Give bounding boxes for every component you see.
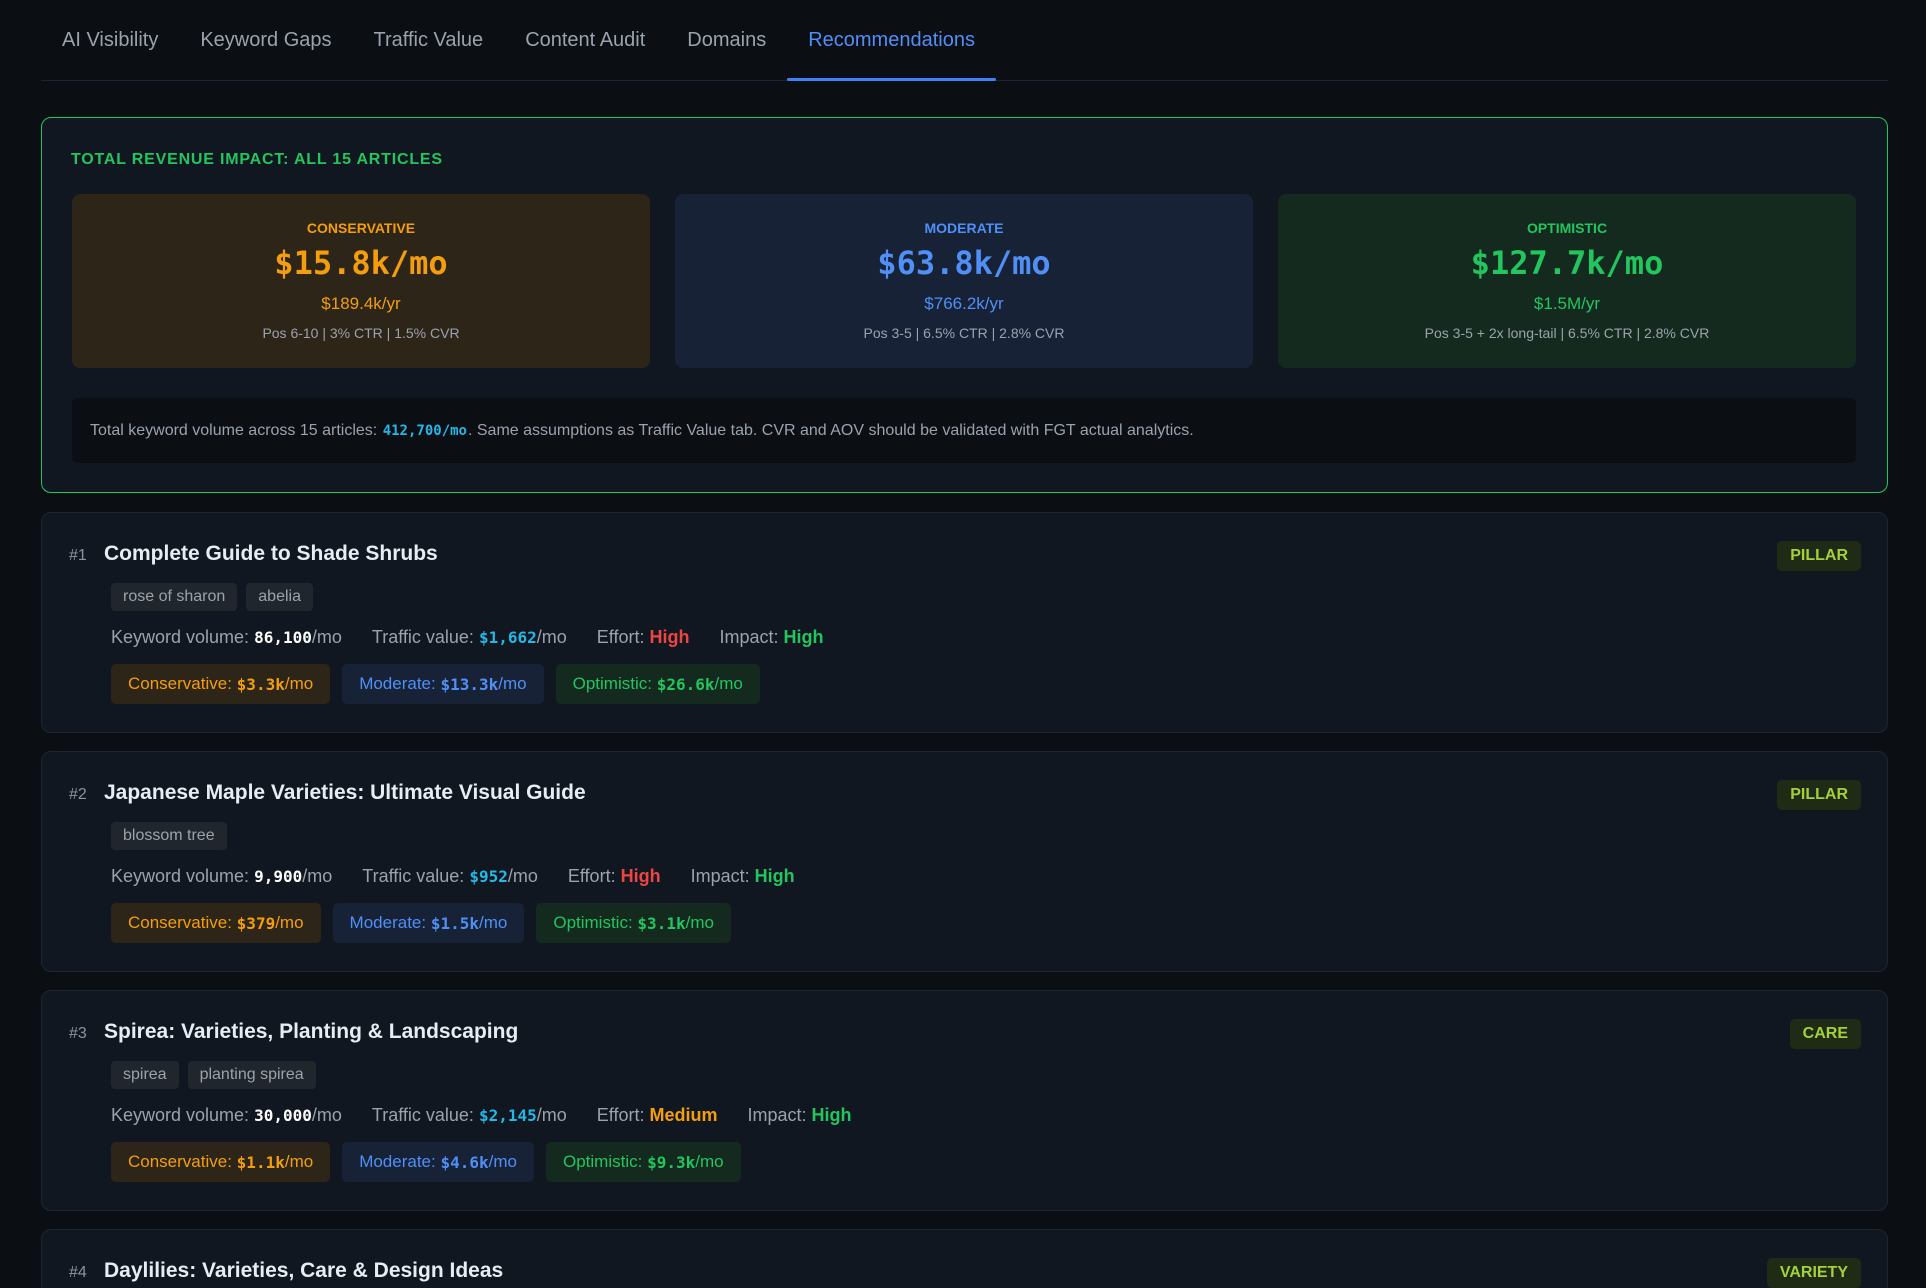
note-suffix: . Same assumptions as Traffic Value tab.… <box>467 421 1194 439</box>
optimistic-pill: Optimistic: $3.1k/mo <box>536 903 731 943</box>
scenario-assumptions: Pos 3-5 | 6.5% CTR | 2.8% CVR <box>863 325 1065 341</box>
revenue-pills: Conservative: $379/mo Moderate: $1.5k/mo… <box>111 903 731 943</box>
note-prefix: Total keyword volume across 15 articles: <box>90 421 378 439</box>
conservative-pill: Conservative: $3.3k/mo <box>111 664 331 704</box>
keyword-tag: spirea <box>111 1061 179 1089</box>
revenue-pills: Conservative: $1.1k/mo Moderate: $4.6k/m… <box>111 1142 741 1182</box>
scenario-label: CONSERVATIVE <box>306 220 416 236</box>
conservative-pill: Conservative: $379/mo <box>111 903 321 943</box>
article-rank: #2 <box>69 786 87 803</box>
tab-traffic-value[interactable]: Traffic Value <box>353 0 505 80</box>
category-badge: VARIETY <box>1766 1258 1861 1288</box>
article-metrics: Keyword volume: 9,900/mo Traffic value: … <box>111 866 795 887</box>
conservative-scenario-card: CONSERVATIVE $15.8k/mo $189.4k/yr Pos 6-… <box>72 194 650 368</box>
scenario-monthly-value: $127.7k/mo <box>1470 244 1664 282</box>
article-metrics: Keyword volume: 86,100/mo Traffic value:… <box>111 627 824 648</box>
scenario-assumptions: Pos 6-10 | 3% CTR | 1.5% CVR <box>262 325 460 341</box>
category-badge: PILLAR <box>1777 541 1861 571</box>
keyword-tag: rose of sharon <box>111 583 238 611</box>
traffic-value-metric: Traffic value: $1,662/mo <box>371 627 567 647</box>
scenario-assumptions: Pos 3-5 + 2x long-tail | 6.5% CTR | 2.8%… <box>1424 325 1710 341</box>
optimistic-pill: Optimistic: $9.3k/mo <box>545 1142 741 1182</box>
effort-metric: Effort: High <box>567 866 661 886</box>
article-title: Spirea: Varieties, Planting & Landscapin… <box>104 1020 519 1043</box>
article-rank: #4 <box>69 1264 87 1281</box>
scenario-label: OPTIMISTIC <box>1526 220 1608 236</box>
category-badge: CARE <box>1789 1019 1861 1049</box>
effort-metric: Effort: High <box>596 627 690 647</box>
impact-metric: Impact: High <box>690 866 795 886</box>
article-card[interactable]: #2 Japanese Maple Varieties: Ultimate Vi… <box>41 751 1888 972</box>
revenue-impact-panel: TOTAL REVENUE IMPACT: ALL 15 ARTICLES CO… <box>41 117 1888 493</box>
article-rank: #1 <box>69 547 87 564</box>
total-volume-value: 412,700/mo <box>382 422 467 439</box>
traffic-value-metric: Traffic value: $952/mo <box>362 866 538 886</box>
revenue-impact-title: TOTAL REVENUE IMPACT: ALL 15 ARTICLES <box>71 151 443 168</box>
scenario-yearly-value: $766.2k/yr <box>924 294 1004 313</box>
tab-keyword-gaps[interactable]: Keyword Gaps <box>179 0 352 80</box>
tab-content-audit[interactable]: Content Audit <box>504 0 666 80</box>
scenario-monthly-value: $63.8k/mo <box>877 244 1051 282</box>
keyword-tag: planting spirea <box>187 1061 316 1089</box>
article-rank: #3 <box>69 1025 87 1042</box>
moderate-pill: Moderate: $1.5k/mo <box>332 903 525 943</box>
moderate-pill: Moderate: $4.6k/mo <box>342 1142 534 1182</box>
article-title: Daylilies: Varieties, Care & Design Idea… <box>104 1259 504 1282</box>
keyword-volume-metric: Keyword volume: 9,900/mo <box>111 866 333 886</box>
article-metrics: Keyword volume: 30,000/mo Traffic value:… <box>111 1105 852 1126</box>
conservative-pill: Conservative: $1.1k/mo <box>111 1142 331 1182</box>
keyword-tags: blossom tree <box>111 822 227 850</box>
keyword-volume-metric: Keyword volume: 30,000/mo <box>111 1105 342 1125</box>
article-title: Complete Guide to Shade Shrubs <box>104 542 438 565</box>
revenue-pills: Conservative: $3.3k/mo Moderate: $13.3k /… <box>111 664 760 704</box>
impact-metric: Impact: High <box>747 1105 852 1125</box>
tab-bar: AI Visibility Keyword Gaps Traffic Value… <box>41 0 1888 81</box>
effort-metric: Effort: Medium <box>596 1105 718 1125</box>
keyword-volume-metric: Keyword volume: 86,100/mo <box>111 627 342 647</box>
keyword-tags: spirea planting spirea <box>111 1061 316 1089</box>
scenario-label: MODERATE <box>924 220 1004 236</box>
tab-domains[interactable]: Domains <box>666 0 787 80</box>
volume-note: Total keyword volume across 15 articles:… <box>72 398 1856 463</box>
scenario-yearly-value: $1.5M/yr <box>1533 294 1601 313</box>
article-card[interactable]: #3 Spirea: Varieties, Planting & Landsca… <box>41 990 1888 1211</box>
tab-recommendations[interactable]: Recommendations <box>787 0 996 81</box>
tab-ai-visibility[interactable]: AI Visibility <box>41 0 179 80</box>
moderate-scenario-card: MODERATE $63.8k/mo $766.2k/yr Pos 3-5 | … <box>675 194 1253 368</box>
article-card[interactable]: #1 Complete Guide to Shade Shrubs PILLAR… <box>41 512 1888 733</box>
optimistic-pill: Optimistic: $26.6k/mo <box>555 664 760 704</box>
keyword-tags: rose of sharon abelia <box>111 583 313 611</box>
article-title: Japanese Maple Varieties: Ultimate Visua… <box>104 781 586 804</box>
moderate-pill: Moderate: $13.3k/mo <box>342 664 544 704</box>
scenario-monthly-value: $15.8k/mo <box>274 244 448 282</box>
keyword-tag: abelia <box>246 583 313 611</box>
traffic-value-metric: Traffic value: $2,145/mo <box>371 1105 567 1125</box>
optimistic-scenario-card: OPTIMISTIC $127.7k/mo $1.5M/yr Pos 3-5 +… <box>1278 194 1856 368</box>
category-badge: PILLAR <box>1777 780 1861 810</box>
impact-metric: Impact: High <box>719 627 824 647</box>
article-card[interactable]: #4 Daylilies: Varieties, Care & Design I… <box>41 1229 1888 1288</box>
scenario-yearly-value: $189.4k/yr <box>321 294 401 313</box>
keyword-tag: blossom tree <box>111 822 227 850</box>
